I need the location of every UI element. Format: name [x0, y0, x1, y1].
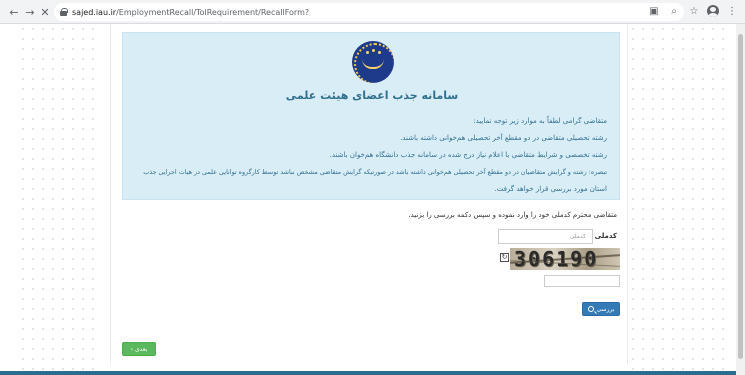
instruction-text: متقاضی محترم کدملی خود را وارد نموده و س… — [408, 211, 617, 219]
forward-icon[interactable]: → — [22, 4, 38, 20]
info-line-2: رشته تحصیلی متقاضی در دو مقطع آخر تحصیلی… — [400, 134, 607, 142]
search-icon — [587, 306, 594, 312]
national-code-label: کدملی — [594, 232, 617, 240]
info-line-3: رشته تخصصی و شرایط متقاضی با اعلام نیاز … — [329, 151, 607, 159]
background-pattern-right — [628, 24, 732, 371]
browser-toolbar: ← → ✕ sajed.iau.ir/EmploymentRecall/TolR… — [0, 0, 745, 24]
lock-icon — [60, 8, 68, 16]
national-code-input[interactable]: کدملی — [498, 229, 593, 244]
back-icon[interactable]: ← — [6, 4, 22, 20]
url-text: sajed.iau.ir/EmploymentRecall/TolRequire… — [72, 7, 310, 17]
scrollbar-thumb[interactable] — [738, 34, 743, 359]
translate-icon[interactable]: ▣ — [647, 4, 661, 18]
info-alert: سامانه جذب اعضای هیئت علمی متقاضی گرامی … — [122, 32, 620, 200]
background-pattern-left — [18, 24, 100, 371]
info-line-1: متقاضی گرامی لطفاً به موارد زیر توجه نما… — [473, 117, 607, 125]
check-button[interactable]: بررسی — [582, 302, 620, 316]
check-button-label: بررسی — [596, 305, 615, 313]
captcha-text: 306190 — [514, 248, 599, 270]
info-line-5: استان مورد بررسی قرار خواهد گرفت. — [494, 185, 607, 193]
zoom-icon[interactable]: ⌕ — [667, 4, 681, 18]
profile-avatar[interactable] — [707, 5, 719, 17]
system-title: سامانه جذب اعضای هیئت علمی — [285, 89, 459, 102]
captcha-image: 306190 — [510, 248, 620, 270]
scrollbar[interactable] — [736, 24, 745, 375]
info-line-4: تبصره: رشته و گرایش متقاضیان در دو مقطع … — [143, 168, 607, 176]
menu-kebab-icon[interactable]: ⋮ — [725, 4, 739, 18]
page-viewport: سامانه جذب اعضای هیئت علمی متقاضی گرامی … — [0, 24, 745, 375]
bookmark-star-icon[interactable]: ☆ — [687, 4, 701, 18]
captcha-refresh-icon[interactable]: ↻ — [500, 253, 509, 262]
stop-loading-icon[interactable]: ✕ — [37, 4, 53, 20]
next-button-label: بعدی › — [130, 345, 148, 353]
next-button[interactable]: بعدی › — [122, 342, 156, 356]
address-bar[interactable]: sajed.iau.ir/EmploymentRecall/TolRequire… — [54, 3, 684, 21]
main-panel: سامانه جذب اعضای هیئت علمی متقاضی گرامی … — [110, 24, 628, 364]
captcha-input[interactable] — [544, 275, 620, 287]
university-logo — [352, 41, 394, 83]
footer-bar — [0, 371, 736, 375]
